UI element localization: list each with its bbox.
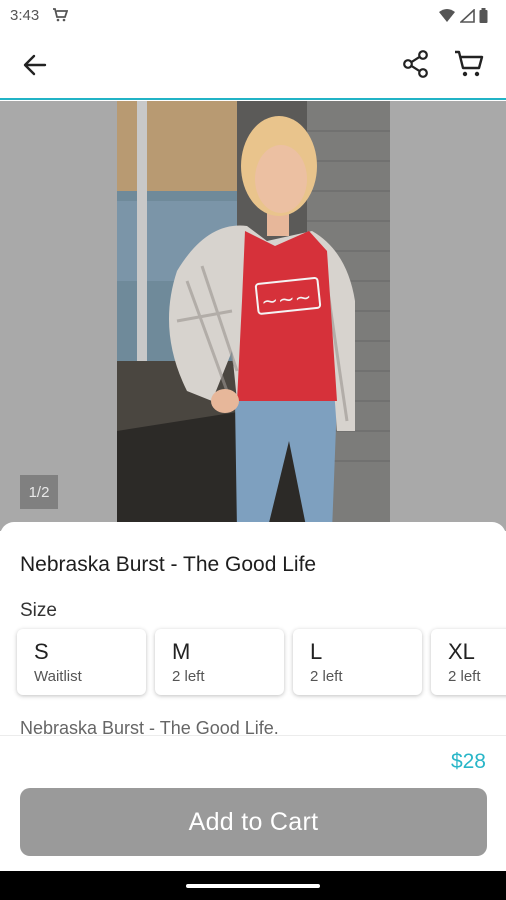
product-image-gallery[interactable]: ~~~ 1/2 <box>0 101 506 531</box>
size-option-s[interactable]: S Waitlist <box>17 629 146 695</box>
status-time: 3:43 <box>10 7 40 24</box>
cart-notification-icon <box>52 8 69 27</box>
size-stock: 2 left <box>448 668 481 685</box>
size-option-xl[interactable]: XL 2 left <box>431 629 506 695</box>
app-bar <box>0 32 506 100</box>
size-stock: 2 left <box>172 668 205 685</box>
back-button[interactable] <box>18 50 52 84</box>
cell-signal-icon <box>458 7 475 28</box>
size-label: Size <box>20 600 57 621</box>
checkout-bar: $28 Add to Cart <box>0 735 506 871</box>
product-price: $28 <box>450 750 486 773</box>
size-stock: 2 left <box>310 668 343 685</box>
size-options: S Waitlist M 2 left L 2 left XL 2 left <box>17 629 506 695</box>
home-indicator[interactable] <box>186 884 320 888</box>
status-bar: 3:43 <box>0 0 506 32</box>
status-icons <box>438 7 488 28</box>
share-icon <box>402 49 430 83</box>
image-counter: 1/2 <box>20 475 58 509</box>
arrow-left-icon <box>23 54 47 81</box>
share-button[interactable] <box>398 48 434 84</box>
product-title: Nebraska Burst - The Good Life <box>20 553 317 576</box>
battery-icon <box>479 8 488 28</box>
system-nav-bar <box>0 871 506 900</box>
size-name: M <box>172 639 191 664</box>
product-info-sheet: Nebraska Burst - The Good Life Size S Wa… <box>0 522 506 737</box>
wifi-icon <box>438 8 456 28</box>
size-option-l[interactable]: L 2 left <box>293 629 422 695</box>
size-option-m[interactable]: M 2 left <box>155 629 284 695</box>
size-name: S <box>34 639 49 664</box>
size-stock: Waitlist <box>34 668 82 685</box>
cart-icon <box>454 50 484 83</box>
add-to-cart-button[interactable]: Add to Cart <box>20 788 487 856</box>
cart-button[interactable] <box>450 48 488 84</box>
size-name: L <box>310 639 323 664</box>
product-photo: ~~~ <box>117 101 390 531</box>
size-name: XL <box>448 639 475 664</box>
